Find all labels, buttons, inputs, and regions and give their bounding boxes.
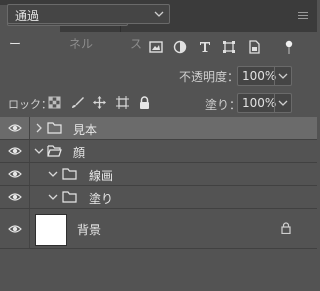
eye-icon: [8, 147, 22, 155]
opacity-field[interactable]: 100%: [237, 66, 292, 86]
shape-filter-icon[interactable]: [222, 40, 236, 54]
lock-position-icon[interactable]: [93, 96, 106, 109]
lock-all-icon[interactable]: [138, 96, 151, 109]
chevron-down-icon[interactable]: [48, 192, 58, 202]
opacity-label: 不透明度：: [179, 70, 240, 84]
lock-artboard-icon[interactable]: [116, 96, 129, 109]
layer-name: 塗り: [89, 192, 114, 206]
layer-row-kao[interactable]: 顔: [0, 140, 317, 163]
adjustment-filter-icon[interactable]: [173, 40, 187, 54]
fill-field[interactable]: 100%: [237, 93, 292, 113]
blend-mode-select[interactable]: 通過: [7, 4, 170, 24]
fill-value: 100%: [242, 96, 277, 110]
layer-name: 線画: [89, 169, 114, 183]
chevron-down-icon[interactable]: [278, 71, 288, 81]
fill-label: 塗り：: [205, 98, 242, 112]
layer-row-background[interactable]: 背景: [0, 209, 317, 249]
lock-icon: [281, 222, 291, 234]
visibility-toggle[interactable]: [0, 117, 30, 139]
layer-row-nuri[interactable]: 塗り: [0, 186, 317, 209]
type-filter-icon[interactable]: [198, 40, 212, 54]
lock-image-icon[interactable]: [71, 96, 84, 109]
folder-icon: [62, 191, 77, 203]
layer-row-senga[interactable]: 線画: [0, 163, 317, 186]
eye-icon: [8, 170, 22, 178]
lock-label: ロック：: [8, 98, 52, 111]
chevron-down-icon[interactable]: [48, 169, 58, 179]
panel-menu-icon[interactable]: [298, 12, 308, 20]
filter-toggle-icon[interactable]: [282, 40, 296, 54]
layer-thumbnail: [35, 214, 67, 246]
chevron-down-icon[interactable]: [278, 98, 288, 108]
visibility-toggle[interactable]: [0, 186, 30, 208]
opacity-value: 100%: [242, 69, 277, 83]
layer-row-mihon[interactable]: 見本: [0, 117, 317, 140]
folder-open-icon: [47, 145, 62, 157]
smart-object-filter-icon[interactable]: [247, 40, 261, 54]
layer-name: 見本: [73, 123, 98, 137]
eye-icon: [8, 124, 22, 132]
visibility-toggle[interactable]: [0, 163, 30, 185]
pixel-filter-icon[interactable]: [149, 40, 163, 54]
eye-icon: [8, 225, 22, 233]
layers-empty-area: [0, 250, 317, 291]
lock-transparent-icon[interactable]: [48, 96, 61, 109]
layer-name: 顔: [73, 146, 86, 160]
chevron-right-icon[interactable]: [34, 123, 44, 133]
blend-mode-value: 通過: [15, 9, 40, 23]
folder-icon: [47, 122, 62, 134]
visibility-toggle[interactable]: [0, 140, 30, 162]
visibility-toggle[interactable]: [0, 209, 30, 248]
chevron-down-icon[interactable]: [34, 146, 44, 156]
eye-icon: [8, 193, 22, 201]
layer-name: 背景: [77, 223, 102, 237]
chevron-down-icon: [154, 11, 164, 17]
folder-icon: [62, 168, 77, 180]
